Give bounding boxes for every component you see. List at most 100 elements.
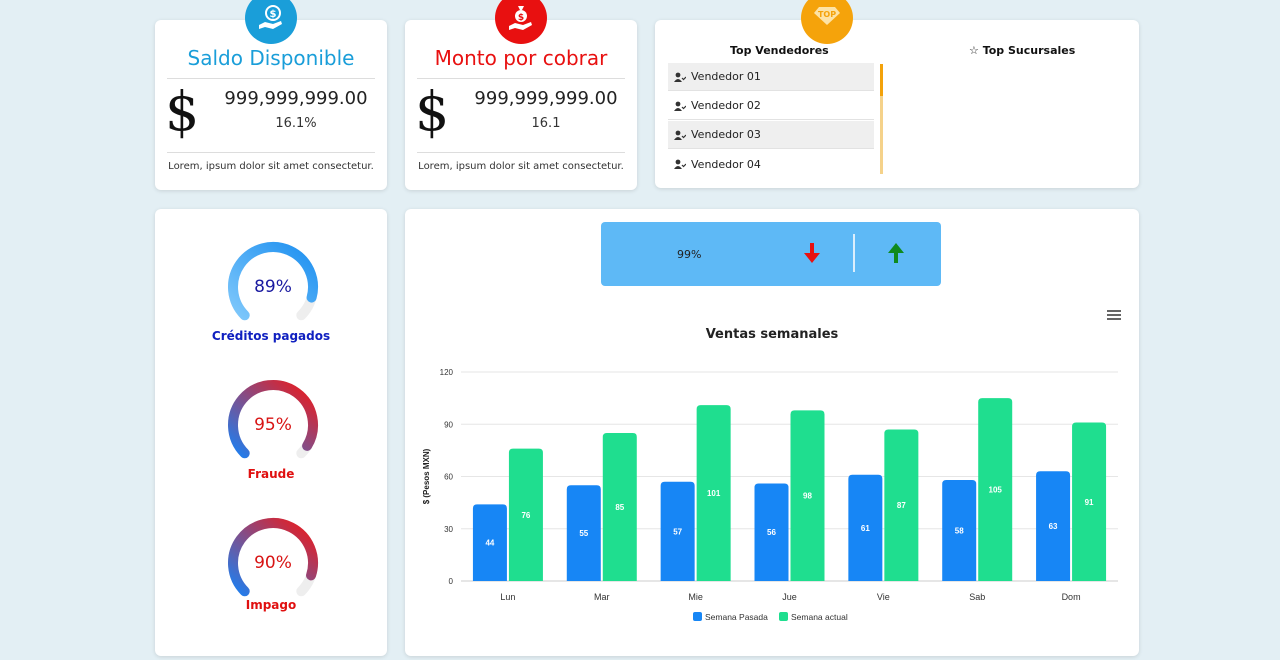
- top-sucursales-label: Top Sucursales: [982, 44, 1076, 57]
- gauge-impago: 90%: [225, 515, 321, 611]
- data-label: 87: [897, 501, 906, 510]
- bar[interactable]: [1072, 422, 1107, 581]
- y-tick-label: 60: [444, 473, 453, 482]
- legend-label[interactable]: Semana Pasada: [705, 612, 768, 622]
- chart-card: 99% Ventas semanales 0 30 60 90 120 $ (Pesos …: [405, 209, 1139, 656]
- saldo-note: Lorem, ipsum dolor sit amet consectetur.: [168, 161, 374, 172]
- gauge-fraude: 95%: [225, 377, 321, 473]
- saldo-title: Saldo Disponible: [187, 46, 355, 70]
- vendedor-label: Vendedor 02: [691, 99, 761, 112]
- x-tick-label: Jue: [782, 592, 797, 602]
- gauge-label: Fraude: [247, 467, 295, 481]
- bar[interactable]: [696, 405, 731, 581]
- gauge-label: Créditos pagados: [211, 329, 331, 343]
- gauges-card: 89% Créditos pagados 95% Fraude 90% Impa…: [155, 209, 387, 656]
- data-label: 56: [767, 528, 776, 537]
- scrollbar[interactable]: [880, 64, 883, 174]
- bar[interactable]: [508, 448, 543, 581]
- svg-text:$: $: [518, 13, 524, 23]
- divider: [167, 152, 375, 153]
- user-check-icon: [674, 159, 686, 169]
- gauge-value: 90%: [254, 553, 292, 573]
- monto-amount: 999,999,999.00: [474, 88, 618, 109]
- bar[interactable]: [978, 398, 1013, 581]
- data-label: 91: [1085, 498, 1094, 507]
- gauge-value: 89%: [254, 277, 292, 297]
- x-tick-label: Lun: [500, 592, 515, 602]
- data-label: 76: [521, 511, 530, 520]
- x-tick-label: Mar: [594, 592, 610, 602]
- star-icon: ☆: [969, 44, 983, 57]
- saldo-amount: 999,999,999.00: [224, 88, 368, 109]
- data-label: 63: [1049, 522, 1058, 531]
- legend-swatch: [693, 612, 702, 621]
- top-vendedores-tab[interactable]: Top Vendedores: [730, 44, 829, 57]
- user-check-icon: [674, 130, 686, 140]
- legend-label[interactable]: Semana actual: [791, 612, 848, 622]
- list-item[interactable]: Vendedor 02: [668, 92, 874, 120]
- x-tick-label: Mie: [688, 592, 703, 602]
- data-label: 85: [615, 503, 624, 512]
- vendedor-label: Vendedor 04: [691, 157, 761, 171]
- arrow-up-icon[interactable]: [886, 242, 906, 264]
- data-label: 98: [803, 492, 812, 501]
- money-hand-icon: $: [245, 0, 297, 44]
- gauge-value: 95%: [254, 415, 292, 435]
- bar[interactable]: [790, 410, 825, 581]
- data-label: 105: [989, 486, 1003, 495]
- divider: [417, 152, 625, 153]
- dollar-icon: $: [415, 80, 450, 143]
- bar[interactable]: [1036, 471, 1071, 581]
- y-tick-label: 0: [449, 577, 454, 586]
- bar[interactable]: [754, 483, 789, 581]
- kpi-panel: 99%: [601, 222, 941, 286]
- legend-swatch: [779, 612, 788, 621]
- bar[interactable]: [472, 504, 507, 581]
- scrollbar-thumb[interactable]: [880, 64, 883, 96]
- bar[interactable]: [660, 481, 695, 581]
- divider: [417, 78, 625, 79]
- monto-note: Lorem, ipsum dolor sit amet consectetur.: [418, 161, 624, 172]
- y-tick-label: 120: [440, 368, 454, 377]
- x-tick-label: Vie: [877, 592, 890, 602]
- data-label: 101: [707, 489, 721, 498]
- x-tick-label: Sab: [969, 592, 985, 602]
- list-item[interactable]: Vendedor 03: [668, 121, 874, 149]
- gauge-label: Impago: [245, 598, 297, 612]
- top-badge-icon: TOP: [801, 0, 853, 44]
- data-label: 44: [485, 539, 494, 548]
- monto-percent: 16.1: [531, 116, 561, 131]
- bar[interactable]: [848, 474, 883, 581]
- kpi-divider: [853, 234, 855, 272]
- svg-text:$: $: [270, 9, 277, 20]
- chart-menu-icon[interactable]: [1107, 310, 1121, 320]
- vendedor-label: Vendedor 01: [691, 70, 761, 83]
- list-item[interactable]: Vendedor 01: [668, 63, 874, 91]
- saldo-percent: 16.1%: [275, 116, 317, 131]
- chart-title: Ventas semanales: [705, 327, 839, 342]
- dollar-icon: $: [165, 80, 200, 143]
- y-tick-label: 90: [444, 420, 453, 429]
- bar[interactable]: [602, 432, 637, 581]
- vendedor-label: Vendedor 03: [691, 128, 761, 141]
- bar[interactable]: [942, 479, 977, 581]
- arrow-down-icon[interactable]: [802, 242, 822, 264]
- top-card: TOP Top Vendedores ☆ Top Sucursales Vend…: [655, 0, 1139, 188]
- data-label: 57: [673, 527, 682, 536]
- monto-title: Monto por cobrar: [434, 46, 608, 70]
- gauge-creditos: 89%: [225, 239, 321, 335]
- data-label: 58: [955, 526, 964, 535]
- data-label: 61: [861, 524, 870, 533]
- x-tick-label: Dom: [1062, 592, 1081, 602]
- y-tick-label: 30: [444, 525, 453, 534]
- divider: [167, 78, 375, 79]
- data-label: 55: [579, 529, 588, 538]
- monto-card: $ Monto por cobrar $ 999,999,999.00 16.1…: [405, 0, 637, 190]
- kpi-value: 99%: [677, 248, 702, 261]
- top-sucursales-tab[interactable]: ☆ Top Sucursales: [969, 44, 1075, 57]
- bar[interactable]: [566, 485, 601, 581]
- bar[interactable]: [884, 429, 919, 581]
- list-item[interactable]: Vendedor 04: [668, 150, 874, 178]
- y-axis-label: $ (Pesos MXN): [422, 448, 431, 504]
- money-bag-hand-icon: $: [495, 0, 547, 44]
